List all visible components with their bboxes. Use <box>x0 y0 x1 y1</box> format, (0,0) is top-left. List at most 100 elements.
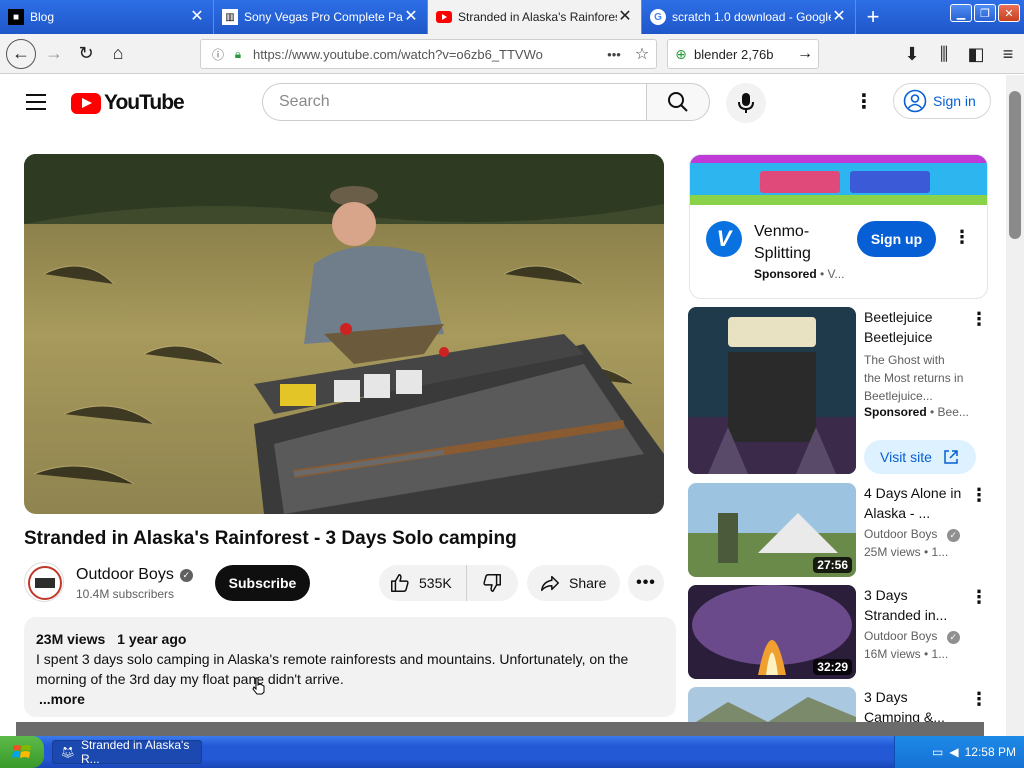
video-player[interactable] <box>24 154 664 514</box>
youtube-header: YouTube Search ⋮ Sign in <box>0 75 1006 131</box>
recommended-thumbnail[interactable]: 32:29 <box>688 585 856 679</box>
url-text[interactable]: https://www.youtube.com/watch?v=o6zb6_TT… <box>247 47 600 62</box>
recommended-video-item[interactable]: 27:56 4 Days Alone in Alaska - ... Outdo… <box>688 483 988 579</box>
new-tab-button[interactable]: + <box>856 0 890 34</box>
settings-kebab-icon[interactable]: ⋮ <box>852 91 876 115</box>
channel-text: Outdoor Boys <box>864 527 938 541</box>
sponsor-suffix: • V... <box>816 267 845 281</box>
sponsored-text: Sponsored <box>864 405 927 419</box>
recommended-channel: Outdoor Boys ✓ <box>864 629 960 644</box>
downloads-icon[interactable]: ⬇ <box>896 38 928 70</box>
youtube-logo[interactable]: YouTube <box>71 91 185 115</box>
windows-taskbar: 🦊︎ Stranded in Alaska's R... ▭ ◀ 12:58 P… <box>0 736 1024 768</box>
recommended-more-icon[interactable]: ⋮ <box>970 587 988 608</box>
browser-search-input[interactable]: blender 2,76b <box>694 47 792 62</box>
windows-logo-icon <box>12 745 31 758</box>
scrollbar-thumb[interactable] <box>1009 91 1021 239</box>
show-more-link[interactable]: ...more <box>36 689 664 709</box>
voice-search-button[interactable] <box>726 83 766 123</box>
search-go-icon[interactable]: → <box>792 45 818 63</box>
menu-icon[interactable]: ≡ <box>992 38 1024 70</box>
maximize-button[interactable]: ❐ <box>974 4 996 22</box>
recommended-thumbnail[interactable]: 27:56 <box>688 483 856 577</box>
thumbs-down-icon <box>483 574 501 592</box>
close-tab-icon[interactable]: ✕ <box>831 9 847 25</box>
back-button[interactable]: ← <box>6 38 36 69</box>
horizontal-scrollbar[interactable] <box>16 722 984 736</box>
reload-button[interactable]: ↻ <box>70 38 102 70</box>
taskbar-window-item[interactable]: 🦊︎ Stranded in Alaska's R... <box>52 738 202 766</box>
recommended-title[interactable]: Beetlejuice Beetlejuice <box>864 307 964 347</box>
recommended-title[interactable]: 3 Days Camping &... <box>864 687 964 722</box>
bookmark-star-icon[interactable]: ☆ <box>628 44 656 64</box>
ad-title[interactable]: Venmo-Splitting <box>754 221 849 265</box>
hamburger-menu-icon[interactable] <box>24 89 48 113</box>
taskbar-window-title: Stranded in Alaska's R... <box>80 738 190 766</box>
library-icon[interactable]: ⫼ <box>928 38 960 70</box>
description-box[interactable]: 23M views 1 year ago I spent 3 days solo… <box>24 617 676 717</box>
info-icon[interactable]: ⓘ <box>207 46 229 63</box>
recommended-thumbnail[interactable] <box>688 687 856 722</box>
verified-icon: ✓ <box>946 529 960 542</box>
video-title: Stranded in Alaska's Rainforest - 3 Days… <box>24 528 517 549</box>
recommended-sponsored-item[interactable]: Beetlejuice Beetlejuice The Ghost with t… <box>688 307 988 477</box>
ad-banner-image[interactable] <box>690 155 987 205</box>
dislike-button[interactable] <box>467 572 517 594</box>
clock[interactable]: 12:58 PM <box>965 745 1016 759</box>
sign-in-button[interactable]: Sign in <box>893 83 991 119</box>
channel-name[interactable]: Outdoor Boys ✓ <box>76 566 193 584</box>
browser-tab-strip: ■ Blog ✕ ▥ Sony Vegas Pro Complete Pack … <box>0 0 1024 34</box>
video-duration: 32:29 <box>813 659 852 675</box>
home-button[interactable]: ⌂ <box>102 38 134 70</box>
recommended-title[interactable]: 3 Days Stranded in... <box>864 585 964 625</box>
recommended-more-icon[interactable]: ⋮ <box>970 689 988 710</box>
browser-search-bar[interactable]: ⊕ blender 2,76b → <box>667 39 819 69</box>
firefox-icon: 🦊︎ <box>61 746 75 759</box>
share-button[interactable]: Share <box>527 565 620 601</box>
description-text: I spent 3 days solo camping in Alaska's … <box>36 651 629 687</box>
channel-name-text[interactable]: Outdoor Boys <box>76 566 174 584</box>
ad-signup-button[interactable]: Sign up <box>857 221 936 257</box>
like-button[interactable]: 535K <box>379 565 467 601</box>
minimize-button[interactable]: ▁ <box>950 4 972 22</box>
search-icon <box>668 92 688 112</box>
recommended-more-icon[interactable]: ⋮ <box>970 485 988 506</box>
page-actions-icon[interactable]: ••• <box>600 47 628 62</box>
volume-icon[interactable]: ◀ <box>949 745 958 759</box>
ad-more-icon[interactable]: ⋮ <box>952 227 972 248</box>
sign-in-label: Sign in <box>933 93 976 109</box>
account-icon <box>903 89 927 113</box>
search-engine-icon[interactable]: ⊕ <box>668 46 694 63</box>
vertical-scrollbar[interactable] <box>1006 75 1024 736</box>
address-bar[interactable]: ⓘ 🔒︎ https://www.youtube.com/watch?v=o6z… <box>200 39 657 69</box>
tab-sony-vegas[interactable]: ▥ Sony Vegas Pro Complete Pack ✕ <box>214 0 428 34</box>
close-window-button[interactable]: ✕ <box>998 4 1020 22</box>
share-label: Share <box>569 575 607 591</box>
close-tab-icon[interactable]: ✕ <box>189 9 205 25</box>
recommended-title[interactable]: 4 Days Alone in Alaska - ... <box>864 483 964 523</box>
close-tab-icon[interactable]: ✕ <box>403 9 419 25</box>
more-actions-button[interactable]: ••• <box>628 565 664 601</box>
ad-sponsored-label: Sponsored • V... <box>754 267 844 281</box>
search-button[interactable] <box>646 83 710 121</box>
visit-site-button[interactable]: Visit site <box>864 440 976 474</box>
subscribe-button[interactable]: Subscribe <box>215 565 310 601</box>
tab-youtube[interactable]: Stranded in Alaska's Rainforest ✕ <box>428 0 642 34</box>
channel-avatar[interactable] <box>24 562 64 602</box>
recommended-thumbnail[interactable] <box>688 307 856 474</box>
forward-button[interactable]: → <box>38 38 70 70</box>
view-meta: 23M views 1 year ago <box>36 629 664 649</box>
recommended-more-icon[interactable]: ⋮ <box>970 309 988 330</box>
sidebar-icon[interactable]: ◧ <box>960 38 992 70</box>
recommended-video-item[interactable]: 32:29 3 Days Stranded in... Outdoor Boys… <box>688 585 988 681</box>
recommended-video-item[interactable]: 3 Days Camping &... ⋮ <box>688 687 988 722</box>
start-button[interactable] <box>0 736 44 768</box>
sponsored-ad-card[interactable]: V Venmo-Splitting Sponsored • V... Sign … <box>689 154 988 299</box>
close-tab-icon[interactable]: ✕ <box>617 9 633 25</box>
tab-google[interactable]: G scratch 1.0 download - Google S ✕ <box>642 0 856 34</box>
network-icon[interactable]: ▭ <box>932 745 943 759</box>
system-tray: ▭ ◀ 12:58 PM <box>894 736 1024 768</box>
search-input[interactable]: Search <box>262 83 647 121</box>
tab-blog[interactable]: ■ Blog ✕ <box>0 0 214 34</box>
lock-icon[interactable]: 🔒︎ <box>229 47 247 62</box>
